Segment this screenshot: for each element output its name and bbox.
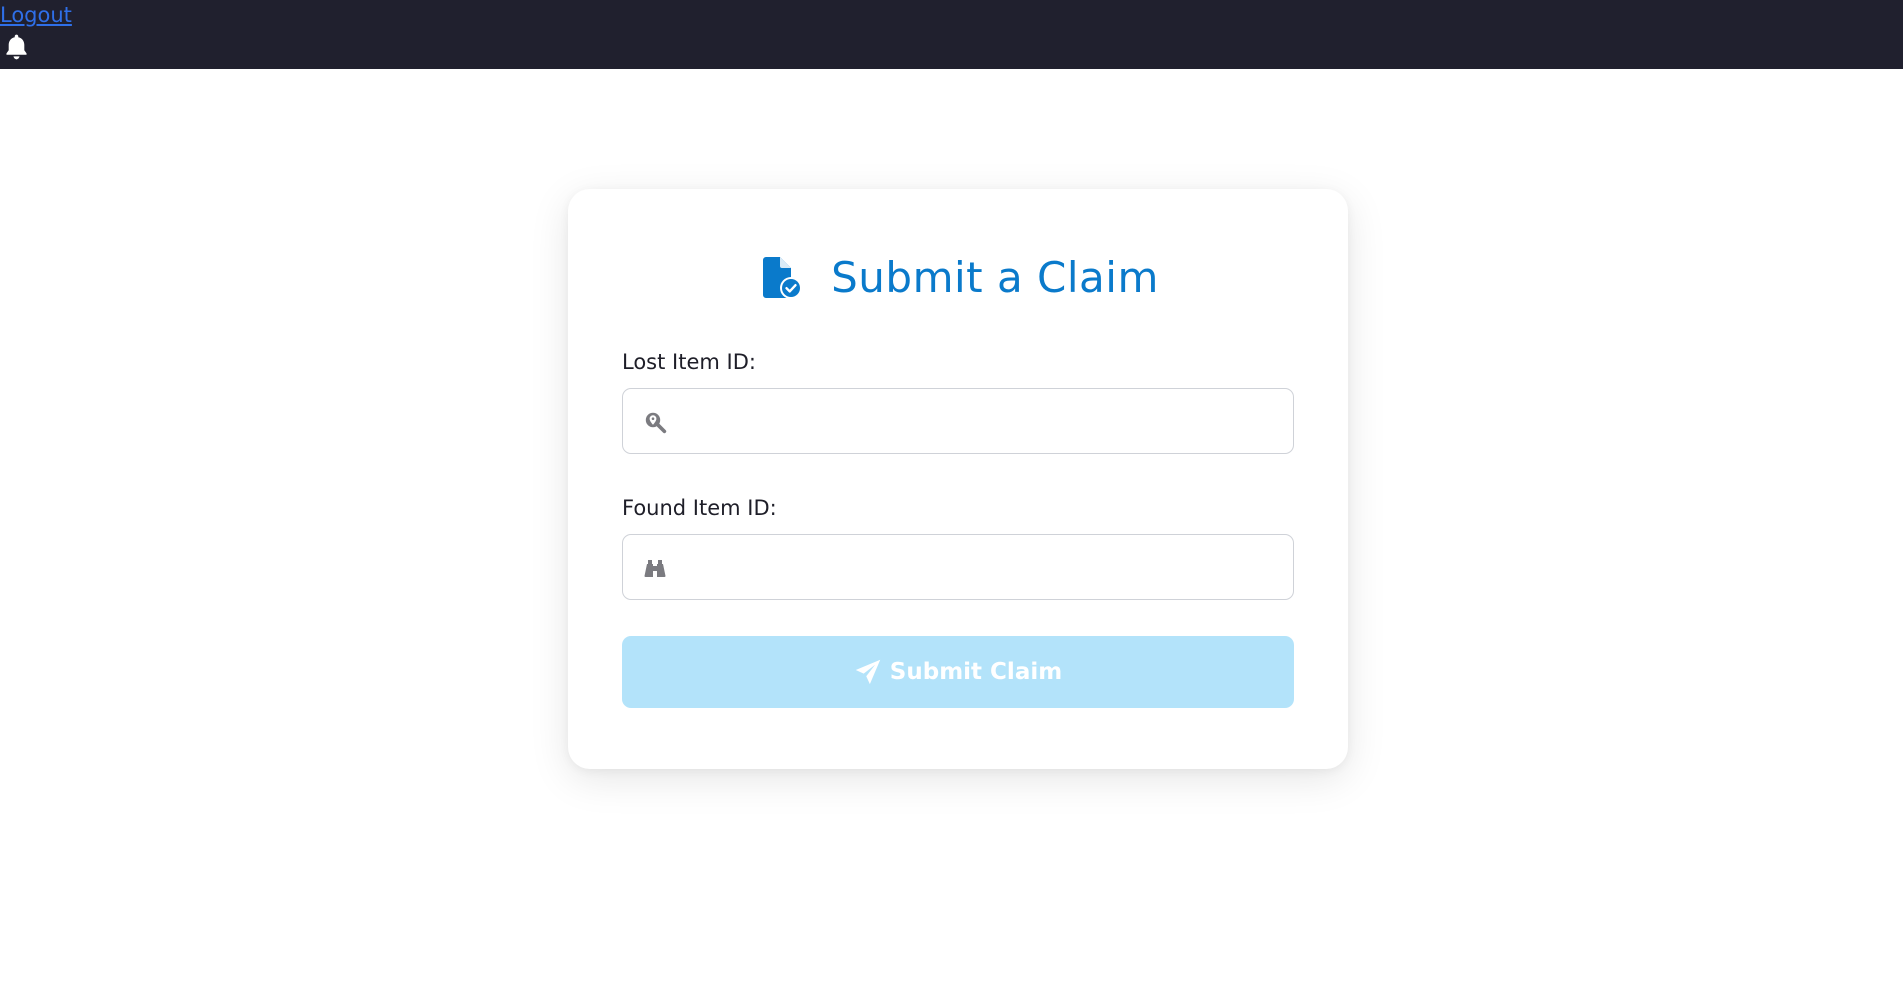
file-check-icon [763, 257, 803, 299]
search-location-icon [645, 412, 667, 434]
paper-plane-icon [855, 659, 881, 685]
page-title: Submit a Claim [831, 252, 1159, 302]
bell-icon[interactable] [3, 33, 30, 62]
found-item-label: Found Item ID: [622, 496, 777, 520]
lost-item-field[interactable] [622, 388, 1294, 454]
lost-item-label: Lost Item ID: [622, 350, 756, 374]
logout-link[interactable]: Logout [0, 2, 72, 28]
form-header: Submit a Claim [568, 247, 1348, 307]
found-item-field[interactable] [622, 534, 1294, 600]
lost-item-input[interactable] [681, 389, 1285, 454]
claim-form-card: Submit a Claim Lost Item ID: Found Item … [568, 189, 1348, 769]
top-navbar: Logout [0, 0, 1903, 69]
binoculars-icon [644, 560, 666, 577]
submit-claim-label: Submit Claim [889, 659, 1063, 685]
submit-claim-button[interactable]: Submit Claim [622, 636, 1294, 708]
found-item-input[interactable] [681, 535, 1285, 600]
